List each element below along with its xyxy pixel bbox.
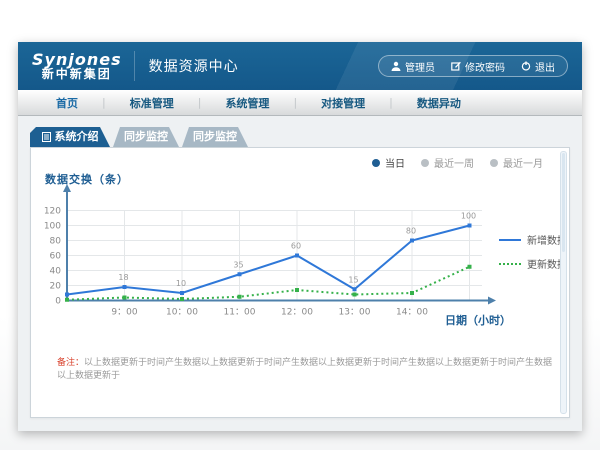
- svg-text:18: 18: [118, 273, 128, 282]
- svg-text:13：00: 13：00: [339, 308, 371, 318]
- svg-text:20: 20: [50, 282, 62, 292]
- edit-icon: [451, 61, 461, 71]
- period-filter-group: 当日 最近一周 最近一月: [372, 155, 543, 170]
- footnote-text: 以上数据更新于时间产生数据以上数据更新于时间产生数据以上数据更新于时间产生数据以…: [57, 358, 552, 381]
- svg-text:11：00: 11：00: [224, 308, 256, 318]
- tab-bar: 系统介绍 同步监控 同步监控: [30, 127, 582, 147]
- radio-icon: [421, 159, 429, 167]
- footnote-prefix: 备注：: [57, 358, 84, 368]
- logo-text-en: Synjones: [32, 51, 122, 69]
- panel-scrollbar[interactable]: [560, 151, 567, 414]
- nav-item-standard-management[interactable]: 标准管理: [106, 95, 198, 111]
- radio-icon: [372, 159, 380, 167]
- tab-label: 系统介绍: [55, 127, 99, 147]
- nav-item-data-change[interactable]: 数据异动: [393, 95, 485, 111]
- logo-text-cn: 新中新集团: [32, 68, 122, 81]
- logout-label: 退出: [535, 59, 555, 74]
- power-icon: [521, 61, 531, 71]
- svg-text:14：00: 14：00: [396, 308, 428, 318]
- change-password-button[interactable]: 修改密码: [451, 59, 505, 74]
- chart-legend: 新增数据 更新数据: [499, 232, 567, 280]
- svg-text:0: 0: [55, 297, 61, 307]
- company-logo: Synjones 新中新集团: [32, 51, 134, 82]
- filter-today[interactable]: 当日: [372, 155, 405, 170]
- admin-user-button[interactable]: 管理员: [391, 59, 435, 74]
- nav-item-system-management[interactable]: 系统管理: [201, 95, 293, 111]
- app-window: Synjones 新中新集团 数据资源中心 管理员 修改密码 退出 首页 | 标…: [18, 42, 582, 431]
- tab-sync-monitor-2[interactable]: 同步监控: [182, 127, 248, 147]
- main-nav: 首页 | 标准管理 | 系统管理 | 对接管理 | 数据异动: [18, 90, 582, 116]
- user-toolbar: 管理员 修改密码 退出: [378, 55, 568, 77]
- scrollbar-thumb[interactable]: [562, 153, 565, 252]
- chart-panel: 当日 最近一周 最近一月 数据交换（条） 0204060801001209：00…: [30, 147, 570, 418]
- svg-text:80: 80: [50, 237, 62, 247]
- document-icon: [42, 132, 51, 142]
- user-icon: [391, 61, 401, 71]
- change-password-label: 修改密码: [465, 59, 505, 74]
- filter-last-month[interactable]: 最近一月: [490, 155, 543, 170]
- line-chart: 0 20 40 60 80 100 120 9：00 10：00 11：00 12：00 13：00 1…: [39, 183, 499, 333]
- svg-text:10：00: 10：00: [166, 308, 198, 318]
- legend-item-new-data: 新增数据: [499, 232, 567, 247]
- svg-text:100: 100: [461, 212, 476, 221]
- svg-text:9：00: 9：00: [111, 308, 137, 318]
- tab-sync-monitor-1[interactable]: 同步监控: [113, 127, 179, 147]
- footnote: 备注：以上数据更新于时间产生数据以上数据更新于时间产生数据以上数据更新于时间产生…: [57, 357, 555, 382]
- svg-text:100: 100: [44, 222, 61, 232]
- svg-text:60: 60: [50, 252, 62, 262]
- legend-line-dotted-icon: [499, 263, 521, 265]
- svg-text:60: 60: [291, 242, 301, 251]
- app-title: 数据资源中心: [149, 56, 239, 76]
- filter-label: 当日: [385, 155, 405, 170]
- nav-item-interface-management[interactable]: 对接管理: [297, 95, 389, 111]
- filter-last-week[interactable]: 最近一周: [421, 155, 474, 170]
- content-area: 系统介绍 同步监控 同步监控 当日 最近一周 最近一月: [18, 116, 582, 418]
- svg-text:10: 10: [176, 279, 186, 288]
- app-header: Synjones 新中新集团 数据资源中心 管理员 修改密码 退出: [18, 42, 582, 90]
- filter-label: 最近一周: [434, 155, 474, 170]
- legend-line-solid-icon: [499, 239, 521, 241]
- legend-item-updated-data: 更新数据: [499, 256, 567, 271]
- svg-text:12：00: 12：00: [281, 308, 313, 318]
- tab-system-intro[interactable]: 系统介绍: [30, 127, 110, 147]
- svg-text:15: 15: [348, 275, 358, 284]
- nav-item-home[interactable]: 首页: [32, 95, 102, 111]
- chart-x-axis-title: 日期（小时）: [445, 312, 511, 328]
- radio-icon: [490, 159, 498, 167]
- header-divider: [134, 51, 135, 81]
- filter-label: 最近一月: [503, 155, 543, 170]
- svg-text:35: 35: [233, 260, 243, 269]
- svg-text:40: 40: [50, 267, 62, 277]
- svg-text:120: 120: [44, 207, 61, 217]
- logout-button[interactable]: 退出: [521, 59, 555, 74]
- admin-user-label: 管理员: [405, 59, 435, 74]
- svg-text:80: 80: [406, 227, 416, 236]
